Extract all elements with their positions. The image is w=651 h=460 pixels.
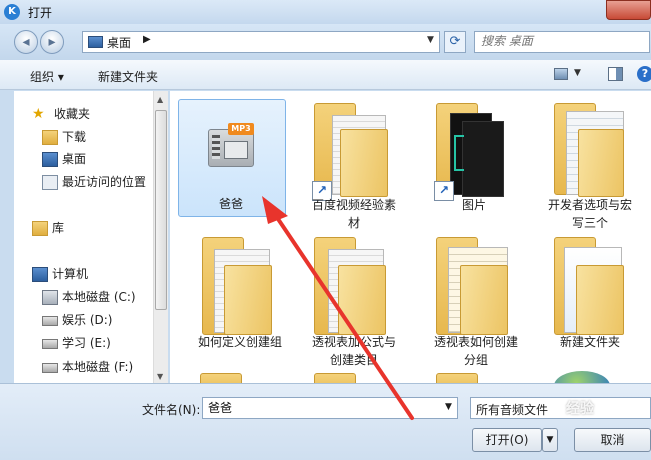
drive-icon bbox=[42, 339, 58, 349]
address-location[interactable]: 桌面 bbox=[107, 34, 131, 51]
download-folder-icon bbox=[42, 130, 58, 145]
sidebar-item-label: 娱乐 (D:) bbox=[62, 313, 113, 327]
file-label: 爸爸 bbox=[218, 197, 243, 211]
sidebar-item-label: 计算机 bbox=[52, 267, 89, 281]
folder-front bbox=[224, 265, 272, 335]
file-item-folder[interactable]: 如何定义创建组 bbox=[188, 237, 308, 367]
chevron-down-icon[interactable]: ▼ bbox=[427, 35, 434, 45]
desktop-icon bbox=[88, 36, 103, 48]
desktop-icon bbox=[42, 152, 58, 167]
address-bar[interactable]: 桌面 ▶ ▼ bbox=[82, 31, 440, 53]
file-item-folder[interactable]: ↗ 图片 bbox=[422, 99, 542, 229]
refresh-button[interactable]: ⟳ bbox=[444, 31, 466, 53]
library-icon bbox=[32, 221, 48, 236]
folder-front bbox=[338, 265, 386, 335]
globe-icon bbox=[554, 371, 610, 383]
file-label: 新建文件夹 bbox=[559, 335, 620, 349]
scroll-up-icon[interactable]: ▲ bbox=[157, 95, 163, 104]
file-item-folder[interactable]: 透视表加公式与 创建类目 bbox=[300, 237, 420, 367]
file-label: 图片 bbox=[461, 198, 486, 212]
file-label: 透视表加公式与 创建类目 bbox=[311, 335, 396, 367]
computer-icon bbox=[32, 267, 48, 282]
folder-icon bbox=[436, 373, 478, 383]
help-icon[interactable]: ? bbox=[637, 66, 651, 82]
folder-front bbox=[578, 129, 624, 197]
image-glyph bbox=[454, 135, 464, 171]
drive-icon bbox=[42, 316, 58, 326]
sidebar-item-label: 库 bbox=[52, 221, 65, 235]
back-button[interactable]: ◂ bbox=[14, 30, 38, 54]
search-input[interactable] bbox=[481, 34, 641, 48]
star-icon: ★ bbox=[32, 106, 45, 122]
file-item-mp3[interactable]: MP3 爸爸 bbox=[178, 99, 288, 217]
sidebar-item-label: 最近访问的位置 bbox=[62, 175, 147, 189]
filename-combobox[interactable]: ▼ bbox=[202, 397, 458, 419]
window-title: 打开 bbox=[28, 6, 53, 20]
filetype-select[interactable]: 所有音频文件 bbox=[470, 397, 651, 419]
close-button[interactable] bbox=[606, 0, 651, 20]
file-item-folder[interactable]: 开发者选项与宏 写三个 bbox=[544, 99, 651, 230]
title-bar bbox=[0, 0, 651, 24]
open-options-button[interactable]: ▼ bbox=[542, 428, 558, 452]
preview-pane-icon[interactable] bbox=[608, 67, 623, 81]
sidebar-item-label: 收藏夹 bbox=[54, 107, 91, 121]
file-item-folder[interactable]: 透视表如何创建 分组 bbox=[422, 237, 542, 367]
open-button[interactable]: 打开(O) bbox=[472, 428, 542, 452]
forward-button[interactable]: ▸ bbox=[40, 30, 64, 54]
folder-icon bbox=[314, 373, 356, 383]
mp3-badge: MP3 bbox=[228, 123, 254, 135]
file-list: MP3 爸爸 ↗ 百度视频经验素 材 ↗ 图片 开发者选项与宏 写三个 如何定义… bbox=[170, 91, 651, 383]
organize-button[interactable]: 组织 ▾ bbox=[30, 68, 64, 85]
folder-front bbox=[460, 265, 508, 335]
sidebar-item-label: 本地磁盘 (F:) bbox=[62, 360, 134, 374]
mp3-icon: MP3 bbox=[208, 123, 254, 169]
folder-front bbox=[576, 265, 624, 335]
recent-places-icon bbox=[42, 175, 58, 190]
filetype-value: 所有音频文件 bbox=[476, 403, 549, 417]
file-item-folder[interactable]: ↗ 百度视频经验素 材 bbox=[300, 99, 420, 230]
folder-front bbox=[340, 129, 388, 197]
drive-icon bbox=[42, 363, 58, 373]
scroll-down-icon[interactable]: ▼ bbox=[157, 372, 163, 381]
image-preview bbox=[462, 121, 504, 197]
file-label: 开发者选项与宏 写三个 bbox=[547, 198, 632, 230]
file-label: 如何定义创建组 bbox=[197, 335, 282, 349]
view-icon[interactable] bbox=[554, 68, 568, 80]
cancel-button[interactable]: 取消 bbox=[574, 428, 651, 452]
scrollbar-thumb[interactable] bbox=[155, 110, 167, 310]
watermark: 经验 bbox=[566, 401, 594, 417]
sidebar-item-label: 下载 bbox=[62, 130, 87, 144]
file-label: 百度视频经验素 材 bbox=[311, 198, 396, 230]
filename-input[interactable] bbox=[208, 400, 438, 414]
chevron-down-icon[interactable]: ▼ bbox=[574, 68, 581, 78]
system-drive-icon bbox=[42, 290, 58, 305]
sidebar-item-label: 桌面 bbox=[62, 152, 87, 166]
navigation-pane: ★ 收藏夹 下载 桌面 最近访问的位置 库 计算机 本地磁盘 (C:) 娱乐 (… bbox=[14, 91, 153, 383]
chevron-right-icon[interactable]: ▶ bbox=[143, 34, 151, 45]
filename-label: 文件名(N): bbox=[142, 403, 201, 417]
new-folder-button[interactable]: 新建文件夹 bbox=[98, 68, 158, 85]
search-box[interactable] bbox=[474, 31, 650, 53]
file-label: 透视表如何创建 分组 bbox=[433, 335, 518, 367]
app-icon: K bbox=[4, 4, 20, 20]
sidebar-item-label: 学习 (E:) bbox=[62, 336, 111, 350]
chevron-down-icon[interactable]: ▼ bbox=[445, 402, 452, 412]
sidebar-item-label: 本地磁盘 (C:) bbox=[62, 290, 136, 304]
folder-icon bbox=[200, 373, 242, 383]
file-item-folder[interactable]: 新建文件夹 bbox=[544, 237, 651, 367]
